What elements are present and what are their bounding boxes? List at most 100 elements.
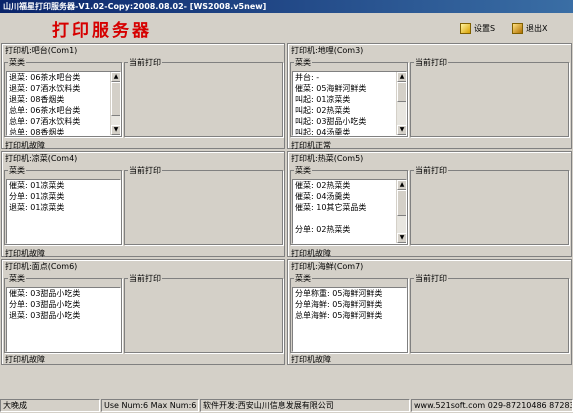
list-scrollbar[interactable]: ▲ ▼ [396,72,406,135]
scroll-up-icon[interactable]: ▲ [397,180,406,190]
dishes-label: 菜类 [8,165,26,176]
dishes-label: 菜类 [294,165,312,176]
list-item[interactable]: 退菜: 03甜品小吃类 [7,310,120,321]
current-print-label: 当前打印 [128,57,162,68]
current-print-group: 当前打印 [410,273,569,353]
list-item[interactable]: 分单: 03甜品小吃类 [7,299,120,310]
list-item[interactable]: 分单: 02热菜类 [293,224,406,235]
list-item[interactable]: 催菜: 10其它菜品类 [293,202,406,213]
list-item[interactable] [293,213,406,224]
list-item[interactable]: 总单: 07酒水饮料类 [7,116,120,127]
printer-status: 打印机故障 [291,249,331,258]
dishes-label: 菜类 [8,57,26,68]
printer-status: 打印机故障 [5,141,45,150]
exit-icon [512,22,523,34]
settings-icon [460,22,471,34]
printer-panel-bar: 打印机:吧台(Com1) 菜类 退菜: 06茶水吧台类 退菜: 07酒水饮料类 … [1,43,285,150]
list-item[interactable]: 叫起: 01凉菜类 [293,94,406,105]
printer-panel-dili: 打印机:地哩(Com3) 菜类 并台: - 催菜: 05海鲜河鲜类 叫起: 01… [287,43,572,150]
window-title-bar: 山川福星打印服务器-V1.02-Copy:2008.08.02- [WS2008… [0,0,573,13]
current-print-label: 当前打印 [414,273,448,284]
printer-panel-pastry: 打印机:面点(Com6) 菜类 催菜: 03甜品小吃类 分单: 03甜品小吃类 … [1,259,285,365]
list-item[interactable]: 催菜: 02热菜类 [293,180,406,191]
list-item[interactable]: 总单: 06茶水吧台类 [7,105,120,116]
list-item[interactable]: 催菜: 01凉菜类 [7,180,120,191]
list-item[interactable]: 分单海鲜: 05海鲜河鲜类 [293,299,406,310]
window-title: 山川福星打印服务器-V1.02-Copy:2008.08.02- [WS2008… [3,2,267,11]
current-print-label: 当前打印 [414,57,448,68]
scroll-down-icon[interactable]: ▼ [397,233,406,243]
current-print-group: 当前打印 [124,273,283,353]
printer-title: 打印机:热菜(Com5) [290,153,365,164]
dishes-group: 菜类 退菜: 06茶水吧台类 退菜: 07酒水饮料类 退菜: 08香烟类 总单:… [4,57,122,137]
current-print-label: 当前打印 [128,273,162,284]
dishes-list[interactable]: 催菜: 01凉菜类 分单: 01凉菜类 退菜: 01凉菜类 [6,179,121,244]
dishes-label: 菜类 [294,57,312,68]
list-item[interactable]: 叫起: 04汤羹类 [293,127,406,135]
dishes-list[interactable]: 退菜: 06茶水吧台类 退菜: 07酒水饮料类 退菜: 08香烟类 总单: 06… [6,71,121,136]
exit-label: 退出X [526,23,548,33]
current-print-group: 当前打印 [410,57,569,137]
printer-status: 打印机故障 [291,355,331,364]
list-item[interactable]: 总单: 08香烟类 [7,127,120,135]
current-print-label: 当前打印 [414,165,448,176]
list-scrollbar[interactable]: ▲ ▼ [396,180,406,243]
user-count: Use Num:6 Max Num:6 [101,399,199,412]
printer-status: 打印机正常 [291,141,331,150]
settings-button[interactable]: 设置S [460,21,495,35]
settings-label: 设置S [474,23,496,33]
list-item[interactable]: 退菜: 01凉菜类 [7,202,120,213]
dishes-group: 菜类 催菜: 01凉菜类 分单: 01凉菜类 退菜: 01凉菜类 [4,165,122,245]
list-item[interactable]: 并台: - [293,72,406,83]
website: www.521soft.com [414,401,486,410]
scroll-down-icon[interactable]: ▼ [111,125,120,135]
printer-panel-hot: 打印机:热菜(Com5) 菜类 催菜: 02热菜类 催菜: 04汤羹类 催菜: … [287,151,572,258]
list-item[interactable]: 总单海鲜: 05海鲜河鲜类 [293,310,406,321]
printer-title: 打印机:面点(Com6) [4,261,79,272]
list-item[interactable]: 叫起: 03甜品小吃类 [293,116,406,127]
dishes-list[interactable]: 催菜: 02热菜类 催菜: 04汤羹类 催菜: 10其它菜品类 分单: 02热菜… [292,179,407,244]
list-item[interactable]: 催菜: 05海鲜河鲜类 [293,83,406,94]
list-scrollbar[interactable]: ▲ ▼ [110,72,120,135]
dishes-list[interactable]: 并台: - 催菜: 05海鲜河鲜类 叫起: 01凉菜类 叫起: 02热菜类 叫起… [292,71,407,136]
banner-title: 打印服务器 [52,21,152,41]
list-item[interactable]: 退菜: 07酒水饮料类 [7,83,120,94]
scroll-thumb[interactable] [111,82,120,116]
list-item[interactable]: 催菜: 03甜品小吃类 [7,288,120,299]
dishes-group: 菜类 并台: - 催菜: 05海鲜河鲜类 叫起: 01凉菜类 叫起: 02热菜类… [290,57,408,137]
scroll-thumb[interactable] [397,190,406,216]
dishes-group: 菜类 催菜: 02热菜类 催菜: 04汤羹类 催菜: 10其它菜品类 分单: 0… [290,165,408,245]
scroll-up-icon[interactable]: ▲ [111,72,120,82]
dishes-label: 菜类 [294,273,312,284]
list-item[interactable]: 退菜: 08香烟类 [7,94,120,105]
scroll-down-icon[interactable]: ▼ [397,125,406,135]
printer-title: 打印机:地哩(Com3) [290,45,365,56]
scroll-up-icon[interactable]: ▲ [397,72,406,82]
phone: 029-87210486 87283626 [487,401,572,410]
max-num: Max Num:6 [150,401,197,410]
exit-button[interactable]: 退出X [512,21,547,35]
printer-title: 打印机:海鲜(Com7) [290,261,365,272]
developer-info: 软件开发:西安山川信息发展有限公司 [200,399,410,412]
list-item[interactable]: 催菜: 04汤羹类 [293,191,406,202]
scroll-thumb[interactable] [397,82,406,102]
dishes-list[interactable]: 催菜: 03甜品小吃类 分单: 03甜品小吃类 退菜: 03甜品小吃类 [6,287,121,352]
current-print-group: 当前打印 [124,165,283,245]
meal-status: 大晚成 [0,399,100,412]
dishes-label: 菜类 [8,273,26,284]
current-print-label: 当前打印 [128,165,162,176]
printer-status: 打印机故障 [5,249,45,258]
printer-title: 打印机:吧台(Com1) [4,45,79,56]
list-item[interactable]: 叫起: 02热菜类 [293,105,406,116]
dishes-group: 菜类 催菜: 03甜品小吃类 分单: 03甜品小吃类 退菜: 03甜品小吃类 [4,273,122,353]
list-item[interactable]: 退菜: 06茶水吧台类 [7,72,120,83]
current-print-group: 当前打印 [410,165,569,245]
list-item[interactable]: 分单称重: 05海鲜河鲜类 [293,288,406,299]
banner: 打印服务器 设置S 退出X [0,13,573,43]
list-item[interactable]: 分单: 01凉菜类 [7,191,120,202]
current-print-group: 当前打印 [124,57,283,137]
use-num: Use Num:6 [104,401,149,410]
printer-status: 打印机故障 [5,355,45,364]
dishes-list[interactable]: 分单称重: 05海鲜河鲜类 分单海鲜: 05海鲜河鲜类 总单海鲜: 05海鲜河鲜… [292,287,407,352]
status-bar: 大晚成 Use Num:6 Max Num:6 软件开发:西安山川信息发展有限公… [0,398,573,413]
